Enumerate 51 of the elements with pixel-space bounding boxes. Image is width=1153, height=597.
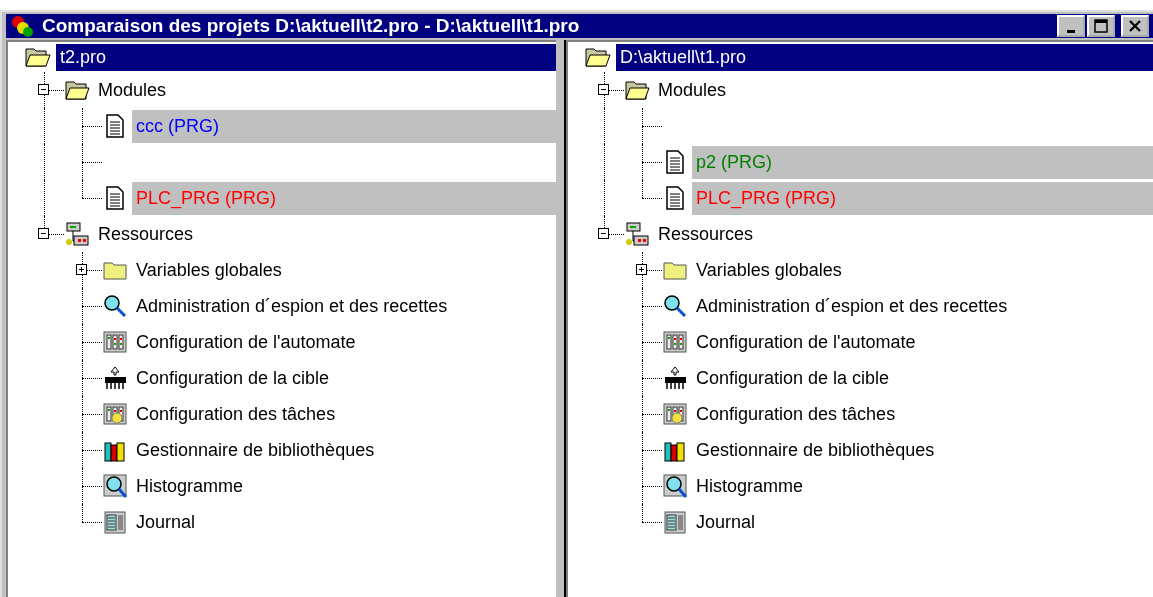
tree-item[interactable]: Ressources [94, 217, 198, 251]
tree-item[interactable]: Configuration de la cible [132, 361, 334, 395]
expand-toggle[interactable] [598, 84, 609, 95]
tree-item[interactable]: Ressources [654, 217, 758, 251]
tree-root-item[interactable]: D:\aktuell\t1.pro [616, 43, 1153, 71]
rack-gear-icon [102, 401, 128, 427]
rack-icon [102, 329, 128, 355]
tree-item[interactable]: Histogramme [692, 469, 808, 503]
open-folder-icon [24, 45, 52, 69]
magnifier-icon [102, 293, 128, 319]
expand-toggle[interactable] [38, 228, 49, 239]
journal-icon [102, 509, 128, 535]
tree-item[interactable]: Modules [654, 73, 731, 107]
expand-toggle[interactable] [38, 84, 49, 95]
tree-item[interactable]: Gestionnaire de bibliothèques [692, 433, 939, 467]
network-icon [64, 221, 90, 247]
tree-item[interactable]: Histogramme [132, 469, 248, 503]
expand-toggle[interactable] [76, 264, 87, 275]
magnifier-icon [662, 293, 688, 319]
tree-item[interactable]: Configuration de la cible [692, 361, 894, 395]
tree-item[interactable]: Variables globales [692, 253, 846, 287]
expand-toggle[interactable] [598, 228, 609, 239]
tree-item[interactable]: Configuration de l'automate [692, 325, 920, 359]
minimize-button[interactable] [1057, 15, 1085, 37]
app-icon [10, 14, 36, 38]
tree-item[interactable]: ccc (PRG) [132, 109, 556, 143]
close-icon [1128, 20, 1142, 32]
tree-item[interactable]: Journal [692, 505, 760, 539]
open-folder-icon [584, 45, 612, 69]
tree-item[interactable]: Configuration de l'automate [132, 325, 360, 359]
tree-item[interactable]: Variables globales [132, 253, 286, 287]
maximize-icon [1094, 19, 1108, 33]
network-icon [624, 221, 650, 247]
tree-item[interactable]: Gestionnaire de bibliothèques [132, 433, 379, 467]
tree-item[interactable]: Journal [132, 505, 200, 539]
window-title: Comparaison des projets D:\aktuell\t2.pro - D:\aktuell\t1.pro [42, 15, 581, 37]
journal-icon [662, 509, 688, 535]
tree-item[interactable]: Configuration des tâches [132, 397, 340, 431]
rack-icon [662, 329, 688, 355]
close-button[interactable] [1121, 15, 1149, 37]
tree-item[interactable]: Administration d´espion et des recettes [132, 289, 452, 323]
chip-icon [102, 365, 128, 391]
chip-icon [662, 365, 688, 391]
expand-toggle[interactable] [636, 264, 647, 275]
tree-root-item[interactable]: t2.pro [56, 43, 556, 71]
tree-item[interactable]: Modules [94, 73, 171, 107]
maximize-button[interactable] [1087, 15, 1115, 37]
tree-item[interactable]: Configuration des tâches [692, 397, 900, 431]
rack-gear-icon [662, 401, 688, 427]
minimize-icon [1067, 29, 1075, 33]
tree-item[interactable]: Administration d´espion et des recettes [692, 289, 1012, 323]
